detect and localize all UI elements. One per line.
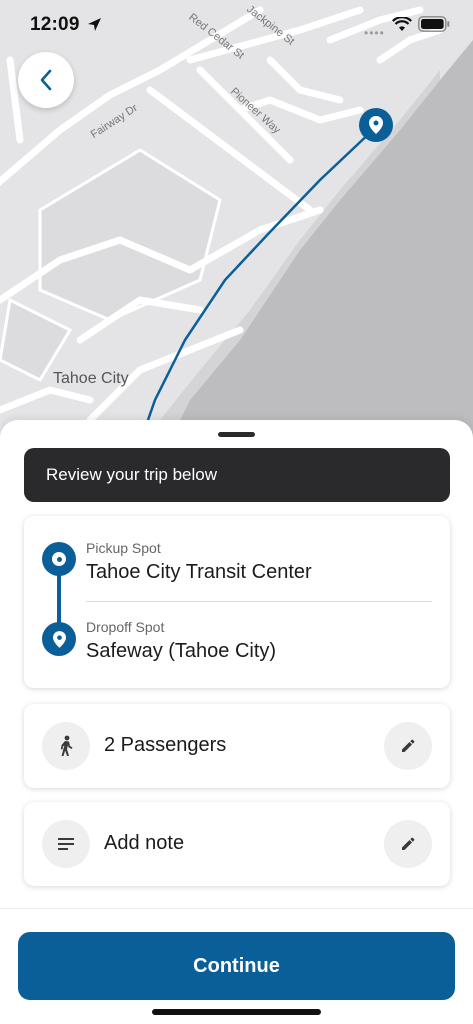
review-banner: Review your trip below <box>24 448 450 502</box>
divider <box>86 601 432 602</box>
footer-divider <box>0 908 473 909</box>
note-row[interactable]: Add note <box>24 802 450 886</box>
battery-icon <box>418 16 450 32</box>
signal-dots: •••• <box>364 26 385 40</box>
pickup-label: Pickup Spot <box>86 540 161 556</box>
person-walking-icon <box>42 722 90 770</box>
review-banner-text: Review your trip below <box>46 465 218 484</box>
notes-lines-icon <box>42 820 90 868</box>
map-view[interactable]: Tahoe City Fairway Dr Red Cedar St Jackp… <box>0 0 473 440</box>
route-card: Pickup Spot Tahoe City Transit Center Dr… <box>24 516 450 688</box>
status-time: 12:09 <box>30 14 80 35</box>
add-note-label: Add note <box>104 832 185 854</box>
location-arrow-icon <box>88 18 101 31</box>
passengers-row[interactable]: 2 Passengers <box>24 704 450 788</box>
pencil-icon <box>402 837 415 850</box>
edit-note-button[interactable] <box>384 820 432 868</box>
map-pin-icon[interactable] <box>359 108 393 142</box>
pickup-pin-icon <box>42 542 76 576</box>
home-indicator <box>152 1009 321 1015</box>
map-town-label: Tahoe City <box>53 370 129 387</box>
edit-passengers-button[interactable] <box>384 722 432 770</box>
continue-label: Continue <box>193 954 280 977</box>
back-button[interactable] <box>18 52 74 108</box>
dropoff-label: Dropoff Spot <box>86 619 165 635</box>
dropoff-location[interactable]: Safeway (Tahoe City) <box>86 640 276 663</box>
chevron-left-icon <box>40 69 52 91</box>
continue-button[interactable]: Continue <box>18 932 455 1000</box>
pickup-location[interactable]: Tahoe City Transit Center <box>86 561 312 584</box>
sheet-grabber[interactable] <box>218 432 255 437</box>
pencil-icon <box>402 739 415 752</box>
trip-review-sheet: Review your trip below Pickup Spot Tahoe… <box>0 420 473 1024</box>
passengers-count: 2 Passengers <box>104 734 227 756</box>
wifi-icon <box>392 17 412 31</box>
dropoff-pin-icon <box>42 622 76 656</box>
status-bar: 12:09 •••• <box>0 0 473 52</box>
